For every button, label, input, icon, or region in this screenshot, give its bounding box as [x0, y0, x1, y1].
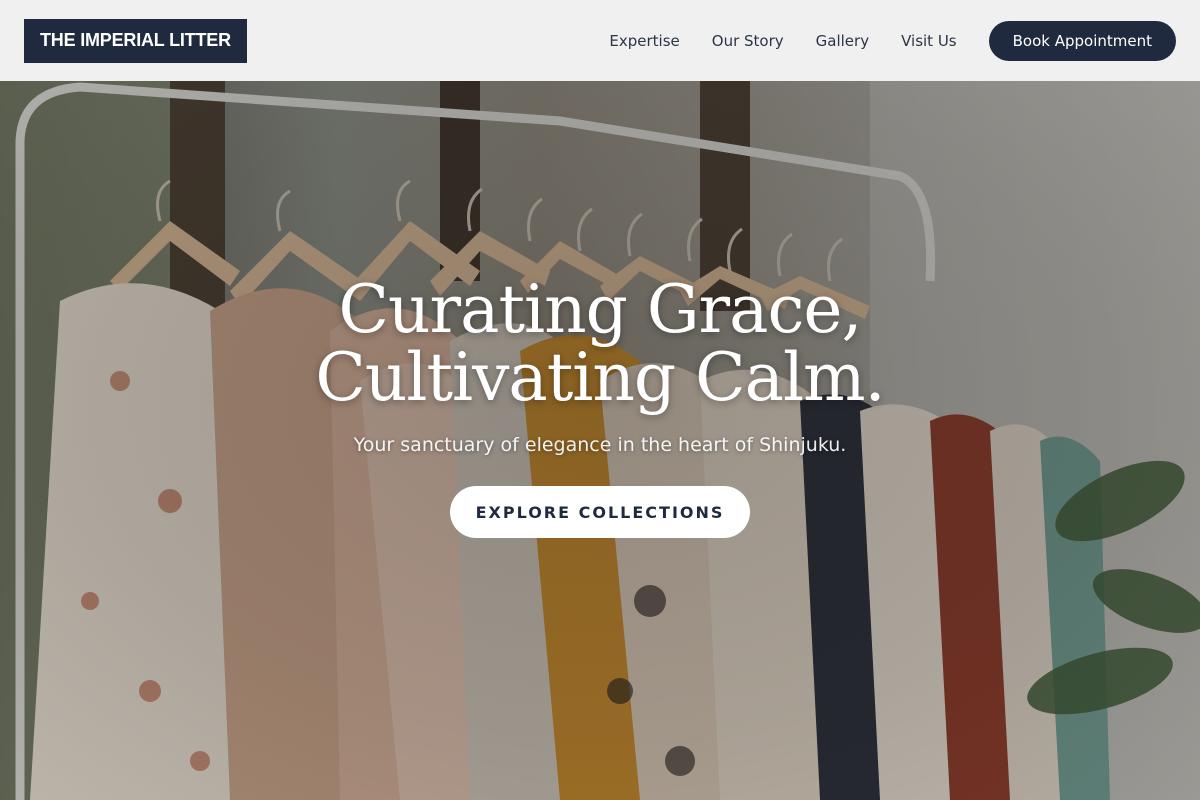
- nav-link-our-story[interactable]: Our Story: [712, 32, 784, 50]
- hero-title: Curating Grace, Cultivating Calm.: [0, 276, 1200, 412]
- nav-link-gallery[interactable]: Gallery: [816, 32, 869, 50]
- main-nav: Expertise Our Story Gallery Visit Us Boo…: [609, 20, 1176, 61]
- nav-link-visit-us[interactable]: Visit Us: [901, 32, 957, 50]
- hero-content: Curating Grace, Cultivating Calm. Your s…: [0, 276, 1200, 538]
- hero-section: Curating Grace, Cultivating Calm. Your s…: [0, 81, 1200, 800]
- hero-subtitle: Your sanctuary of elegance in the heart …: [353, 434, 847, 456]
- hero-title-line-2: Cultivating Calm.: [315, 339, 885, 416]
- nav-link-expertise[interactable]: Expertise: [609, 32, 679, 50]
- book-appointment-button[interactable]: Book Appointment: [988, 20, 1176, 61]
- explore-collections-button[interactable]: EXPLORE COLLECTIONS: [450, 486, 750, 538]
- site-header: THE IMPERIAL LITTER Expertise Our Story …: [0, 0, 1200, 81]
- hero-title-line-1: Curating Grace,: [338, 271, 863, 348]
- brand-logo[interactable]: THE IMPERIAL LITTER: [24, 18, 247, 63]
